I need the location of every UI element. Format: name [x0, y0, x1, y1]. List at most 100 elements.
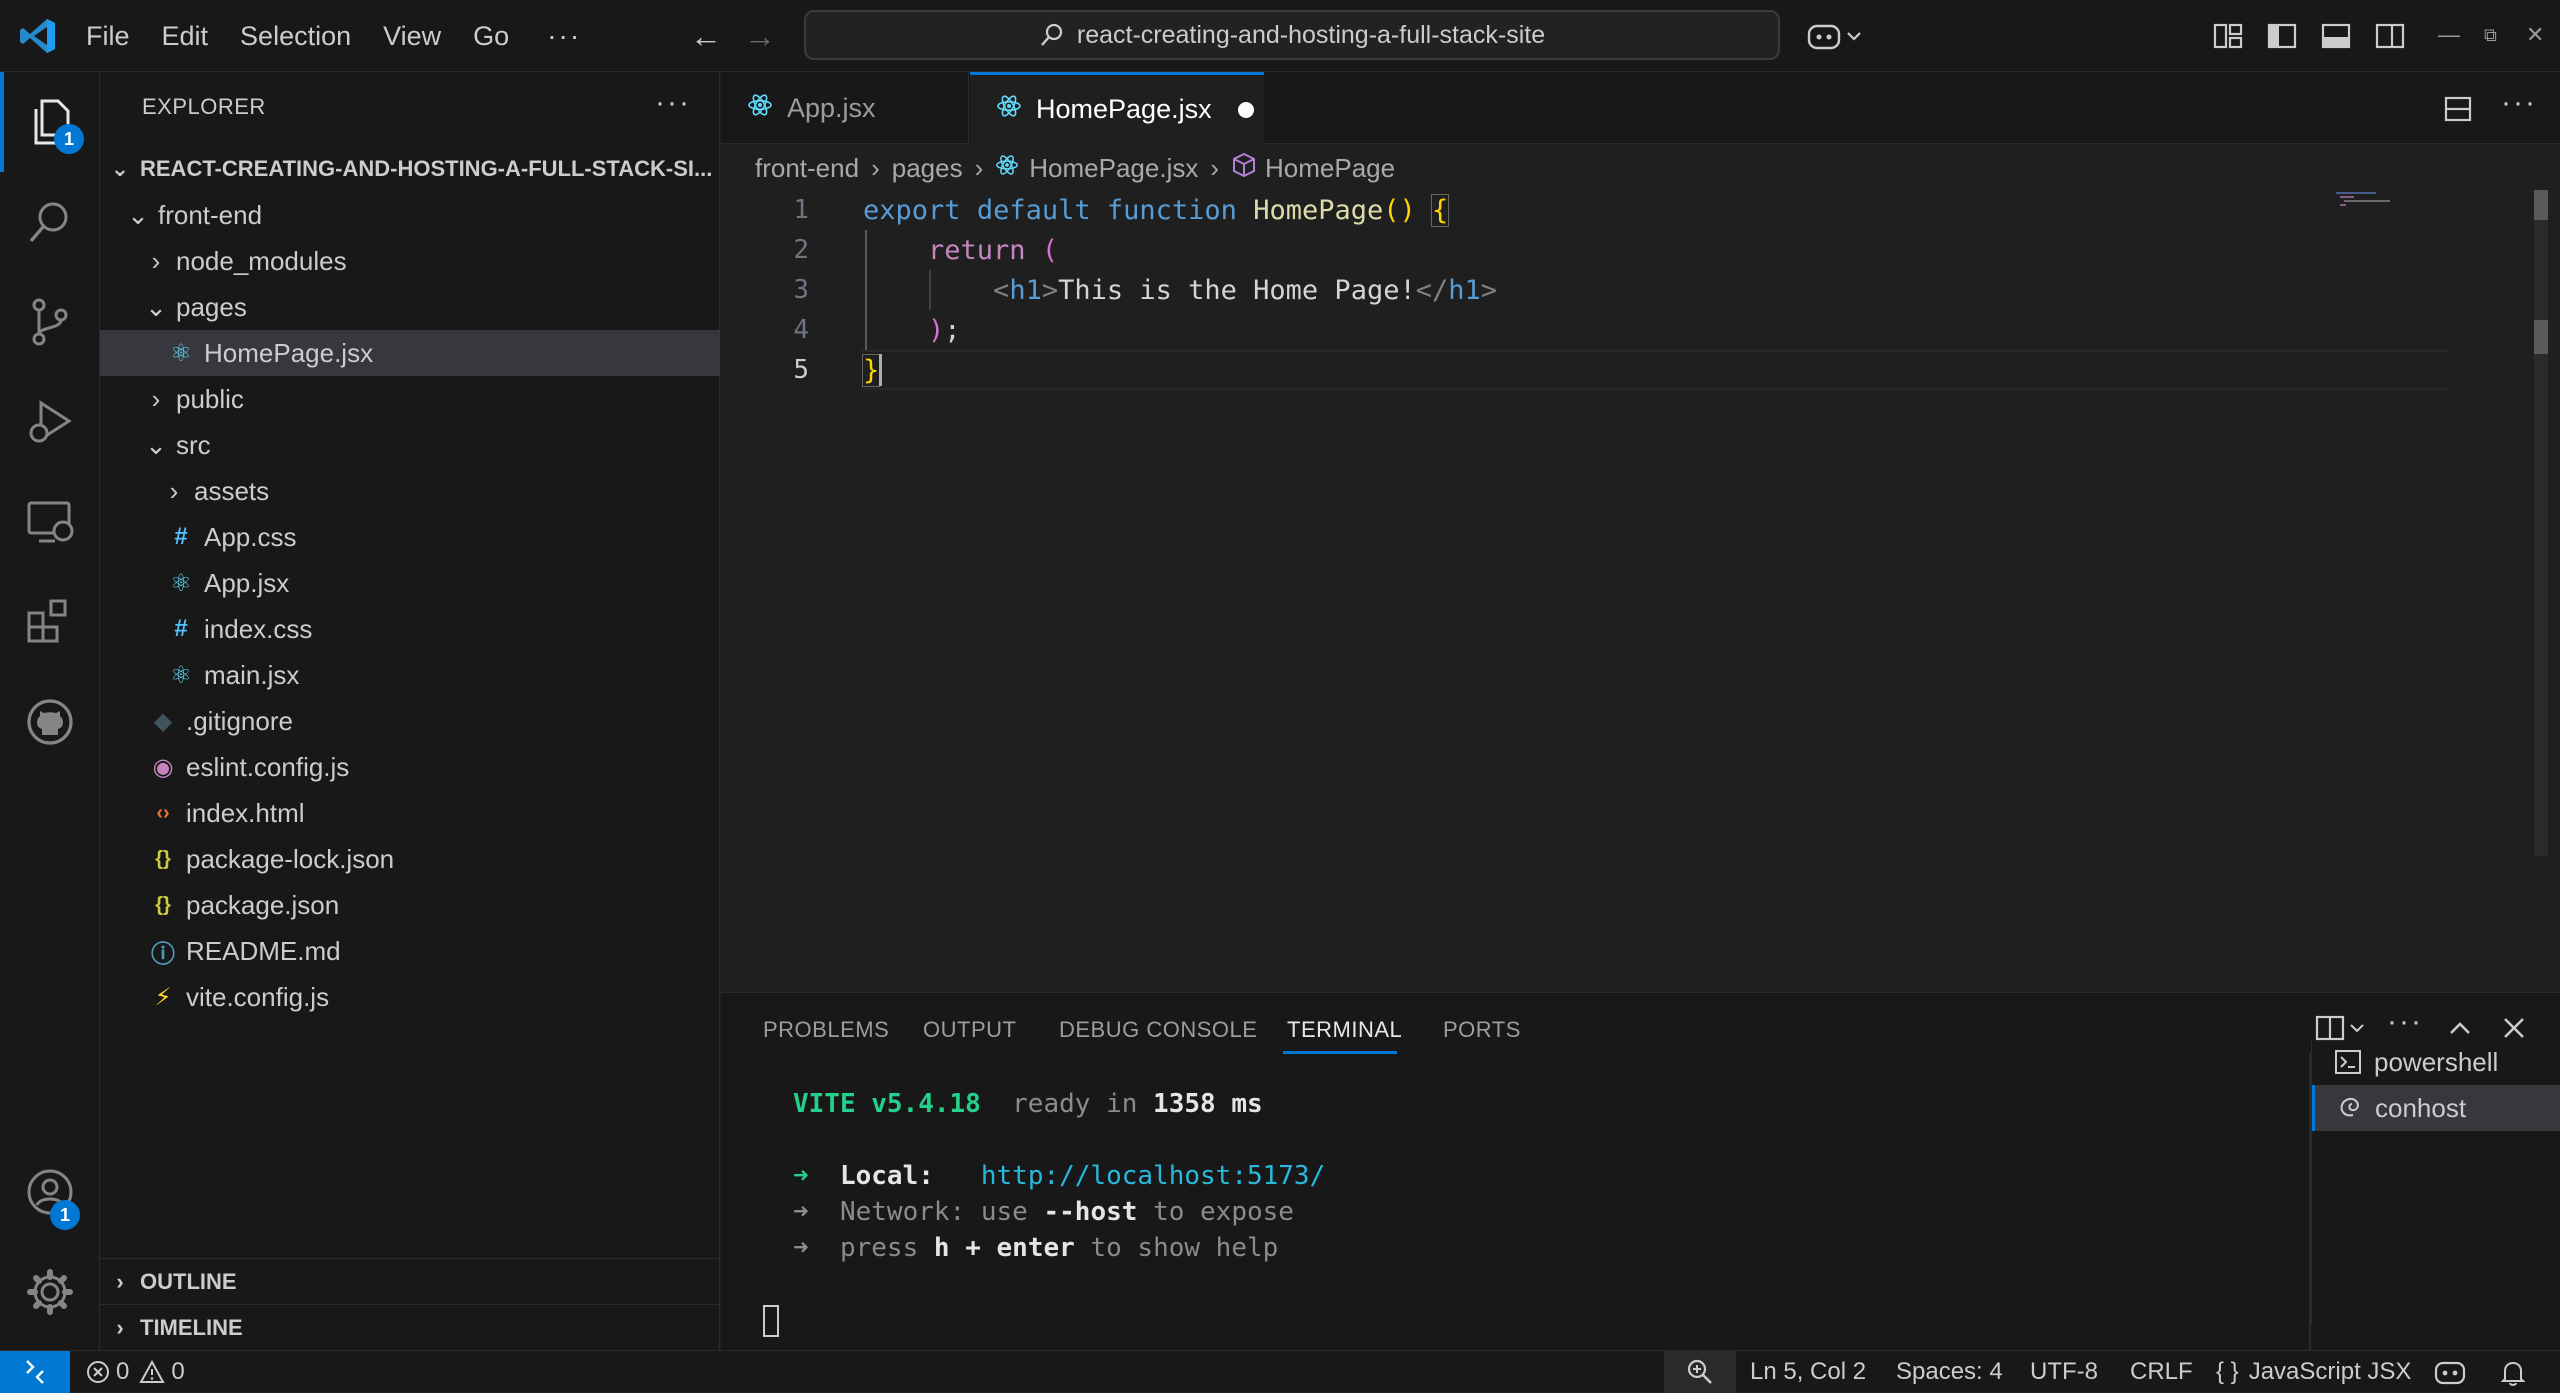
tree-item-readme-md[interactable]: ⓘ README.md [100, 928, 720, 974]
tree-item-label: eslint.config.js [186, 751, 350, 782]
editor-tab-bar: App.jsx HomePage.jsx ··· [721, 72, 2560, 144]
menu-view[interactable]: View [383, 21, 441, 52]
tree-item-package-json[interactable]: {} package.json [100, 882, 720, 928]
timeline-section[interactable]: › TIMELINE [100, 1304, 720, 1350]
menu-go[interactable]: Go [473, 21, 509, 52]
error-icon [87, 1361, 109, 1383]
breadcrumb-item-symbol[interactable]: HomePage [1265, 153, 1395, 184]
keyword-export: export [863, 194, 961, 226]
manage-activity[interactable] [0, 1242, 100, 1342]
copilot-status-icon[interactable] [2434, 1359, 2466, 1385]
tree-item-main-jsx[interactable]: ⚛ main.jsx [100, 652, 720, 698]
css-hash-icon: # [174, 615, 188, 642]
tree-item-gitignore[interactable]: ◆ .gitignore [100, 698, 720, 744]
problems-status[interactable]: 0 0 [86, 1351, 185, 1393]
run-debug-activity[interactable] [0, 372, 100, 472]
breadcrumb-item-pages[interactable]: pages [892, 153, 963, 184]
menu-file[interactable]: File [86, 21, 130, 52]
tab-debug-console[interactable]: DEBUG CONSOLE [1059, 1017, 1257, 1043]
close-window-icon[interactable]: ✕ [2526, 22, 2544, 48]
tree-item-node-modules[interactable]: › node_modules [100, 238, 720, 284]
chevron-down-icon: ⌄ [127, 199, 149, 230]
local-url-link[interactable]: http://localhost:5173/ [981, 1161, 1325, 1191]
tree-item-app-css[interactable]: # App.css [100, 514, 720, 560]
encoding-status[interactable]: UTF-8 [2030, 1351, 2098, 1393]
code-editor[interactable]: 1 export default function HomePage() { 2… [721, 190, 2501, 990]
tree-item-label: main.jsx [204, 659, 300, 690]
warning-icon [139, 1360, 166, 1383]
current-line-highlight [861, 350, 2449, 390]
tree-item-public[interactable]: › public [100, 376, 720, 422]
toggle-primary-sidebar-icon[interactable] [2266, 20, 2298, 52]
scrollbar-cursor-marker [2534, 320, 2548, 354]
terminal-item-powershell[interactable]: powershell [2312, 1039, 2560, 1085]
menu-selection[interactable]: Selection [240, 21, 351, 52]
minimize-window-icon[interactable]: — [2438, 22, 2460, 48]
editor-more-actions-button[interactable]: ··· [2501, 86, 2537, 120]
menu-bar: File Edit Selection View Go ··· [86, 0, 581, 72]
editor-scrollbar[interactable] [2534, 190, 2548, 856]
tree-item-vite-config-js[interactable]: ⚡ vite.config.js [100, 974, 720, 1020]
outline-section[interactable]: › OUTLINE [100, 1258, 720, 1304]
customize-layout-icon[interactable] [2212, 20, 2244, 52]
forward-arrow-icon[interactable]: → [744, 18, 776, 55]
tree-item-index-css[interactable]: # index.css [100, 606, 720, 652]
tab-problems[interactable]: PROBLEMS [763, 1017, 889, 1043]
tab-homepage-jsx[interactable]: HomePage.jsx [970, 72, 1264, 144]
chevron-down-icon: ⌄ [145, 429, 167, 460]
toggle-panel-icon[interactable] [2320, 20, 2352, 52]
bottom-panel: PROBLEMS OUTPUT DEBUG CONSOLE TERMINAL P… [721, 992, 2560, 1351]
tab-output[interactable]: OUTPUT [923, 1017, 1016, 1043]
tree-item-index-html[interactable]: ‹› index.html [100, 790, 720, 836]
breadcrumb-item-front-end[interactable]: front-end [755, 153, 859, 184]
semicolon: ; [944, 314, 961, 346]
explorer-more-button[interactable]: ··· [655, 86, 691, 120]
terminal-cursor [763, 1305, 779, 1337]
back-arrow-icon[interactable]: ← [690, 18, 722, 55]
extensions-activity[interactable] [0, 572, 100, 672]
source-control-activity[interactable] [0, 272, 100, 372]
tree-item-front-end[interactable]: ⌄ front-end [100, 192, 720, 238]
explorer-badge: 1 [54, 124, 84, 154]
zoom-button[interactable] [1664, 1351, 1736, 1393]
notifications-bell-icon[interactable] [2500, 1359, 2526, 1387]
tab-ports[interactable]: PORTS [1443, 1017, 1521, 1043]
git-icon: ◆ [153, 707, 173, 735]
restore-window-icon[interactable]: ⧉ [2484, 25, 2497, 46]
tree-item-pages[interactable]: ⌄ pages [100, 284, 720, 330]
tree-item-label: index.css [204, 613, 313, 644]
explorer-activity[interactable]: 1 [0, 72, 100, 172]
split-editor-icon[interactable] [2443, 94, 2473, 124]
workspace-root-folder[interactable]: ⌄ REACT-CREATING-AND-HOSTING-A-FULL-STAC… [100, 146, 720, 192]
tree-item-eslint-config-js[interactable]: ◉ eslint.config.js [100, 744, 720, 790]
eol-status[interactable]: CRLF [2130, 1351, 2193, 1393]
tree-item-homepage-jsx[interactable]: ⚛ HomePage.jsx [100, 330, 720, 376]
github-activity[interactable] [0, 672, 100, 772]
minimap[interactable] [2336, 190, 2416, 210]
terminal-item-conhost[interactable]: conhost [2312, 1085, 2560, 1131]
panel-more-actions-button[interactable]: ··· [2387, 1005, 2423, 1039]
tree-item-app-jsx[interactable]: ⚛ App.jsx [100, 560, 720, 606]
tree-item-assets[interactable]: › assets [100, 468, 720, 514]
editor-scrollbar-thumb[interactable] [2534, 190, 2548, 220]
indentation-status[interactable]: Spaces: 4 [1896, 1351, 2003, 1393]
remote-explorer-activity[interactable] [0, 472, 100, 572]
tab-terminal[interactable]: TERMINAL [1287, 1017, 1402, 1043]
remote-indicator[interactable] [0, 1351, 70, 1393]
breadcrumb-item-file[interactable]: HomePage.jsx [1029, 153, 1198, 184]
accounts-activity[interactable]: 1 [0, 1142, 100, 1242]
open-brace: { [1430, 193, 1450, 227]
tree-item-package-lock-json[interactable]: {} package-lock.json [100, 836, 720, 882]
menu-more-button[interactable]: ··· [547, 20, 581, 52]
tree-item-src[interactable]: ⌄ src [100, 422, 720, 468]
command-center-search[interactable]: react-creating-and-hosting-a-full-stack-… [804, 10, 1780, 60]
tab-app-jsx[interactable]: App.jsx [721, 72, 969, 144]
unsaved-dot-icon[interactable] [1237, 101, 1254, 118]
menu-edit[interactable]: Edit [162, 21, 209, 52]
search-activity[interactable] [0, 172, 100, 272]
language-mode[interactable]: { } JavaScript JSX [2216, 1351, 2411, 1393]
react-icon [995, 153, 1019, 184]
copilot-icon[interactable] [1806, 20, 1866, 52]
toggle-secondary-sidebar-icon[interactable] [2374, 20, 2406, 52]
cursor-position[interactable]: Ln 5, Col 2 [1750, 1351, 1866, 1393]
